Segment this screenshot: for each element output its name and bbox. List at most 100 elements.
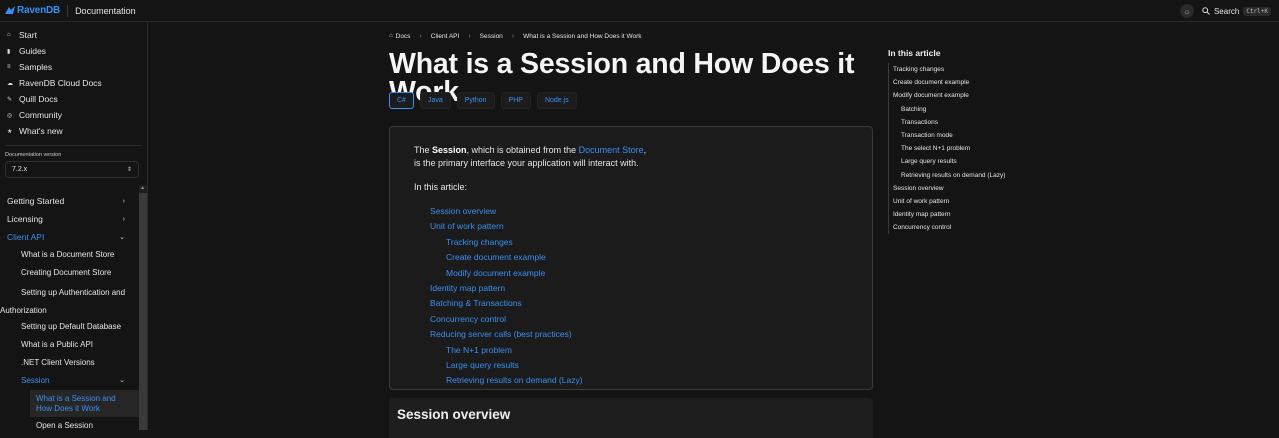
version-label: Documentation version (5, 152, 62, 158)
article-toc-link[interactable]: Unit of work pattern (893, 195, 1068, 208)
intro-session-word: Session (432, 145, 467, 155)
sidebar: ⌂ Start ▮ Guides ≡ Samples ☁ RavenDB Cloud D… (0, 22, 148, 430)
logo-text: RavenDB (17, 5, 61, 16)
ravendb-logo[interactable]: RavenDB (5, 5, 60, 16)
nav-label: Guides (19, 46, 46, 56)
toc-link[interactable]: Modify document example (430, 266, 848, 281)
globe-icon: ◎ (7, 112, 13, 119)
tree-label: Licensing (7, 214, 43, 224)
tree-item-document-store[interactable]: What is a Document Store (0, 246, 139, 264)
tree-item-public-api[interactable]: What is a Public API (0, 336, 139, 354)
scrollbar-thumb[interactable] (139, 193, 147, 430)
toc-link[interactable]: Retrieving results on demand (Lazy) (430, 373, 848, 388)
toc-link[interactable]: Identity map pattern (430, 281, 848, 296)
chevron-up-down-icon: ⇕ (126, 167, 132, 173)
tree-item-getting-started[interactable]: Getting Started › (0, 192, 139, 210)
nav-label: Quill Docs (19, 94, 58, 104)
topbar-divider (67, 4, 69, 17)
nav-item-quill-docs[interactable]: ✎ Quill Docs (0, 91, 147, 107)
article-toc-link[interactable]: Create document example (893, 76, 1068, 89)
toc-link[interactable]: Create document example (430, 250, 848, 265)
home-icon: ⌂ (389, 33, 393, 39)
version-select[interactable]: 7.2.x ⇕ (5, 161, 139, 178)
toc-link[interactable]: Tracking changes (430, 235, 848, 250)
tree-item-licensing[interactable]: Licensing › (0, 210, 139, 228)
article-toc-link[interactable]: Concurrency control (893, 221, 1068, 234)
scroll-up-icon[interactable]: ▲ (140, 185, 145, 191)
breadcrumb-client-api[interactable]: Client API (431, 33, 460, 40)
nav-item-whats-new[interactable]: ★ What's new (0, 123, 147, 139)
tree-item-default-database[interactable]: Setting up Default Database (0, 318, 139, 336)
tree-item-creating-document-store[interactable]: Creating Document Store (0, 264, 139, 282)
tree-item-open-session[interactable]: Open a Session (30, 417, 139, 430)
article-toc-link[interactable]: Transactions (893, 116, 1068, 129)
article-toc-list: Tracking changes Create document example… (888, 63, 1068, 235)
star-icon: ★ (7, 128, 13, 135)
home-icon: ⌂ (7, 32, 11, 38)
search-button[interactable]: Search Ctrl+K (1202, 6, 1271, 16)
tab-nodejs[interactable]: Node.js (536, 92, 577, 109)
tree-item-client-versions[interactable]: .NET Client Versions (0, 354, 139, 372)
tab-csharp[interactable]: C# (389, 92, 414, 109)
nav-label: What's new (19, 126, 63, 136)
tab-python[interactable]: Python (456, 92, 495, 109)
article-toc-link[interactable]: Tracking changes (893, 63, 1068, 76)
tree-item-authentication[interactable]: Setting up Authentication and Authorizat… (0, 284, 125, 319)
intro-text: The Session, which is obtained from the … (414, 144, 848, 170)
theme-toggle-icon[interactable]: ☼ (1179, 4, 1194, 18)
article-toc-link[interactable]: Batching (893, 103, 1068, 116)
nav-item-samples[interactable]: ≡ Samples (0, 59, 147, 75)
nav-label: Samples (19, 62, 53, 72)
intro-text-part: is the primary interface your applicatio… (414, 158, 639, 168)
article-toc-link[interactable]: Transaction mode (893, 129, 1068, 142)
site-title[interactable]: Documentation (75, 6, 136, 16)
chevron-down-icon: ⌄ (119, 234, 125, 241)
article-toc-link[interactable]: Modify document example (893, 89, 1068, 102)
article-toc-link[interactable]: The select N+1 problem (893, 142, 1068, 155)
chevron-right-icon: › (122, 197, 125, 205)
search-label: Search (1213, 6, 1240, 16)
nav-item-cloud-docs[interactable]: ☁ RavenDB Cloud Docs (0, 75, 147, 91)
document-store-link[interactable]: Document Store (579, 145, 644, 155)
chevron-down-icon: ⌄ (119, 377, 125, 385)
docs-tree: Getting Started › Licensing › Client API ⌄ … (0, 192, 139, 430)
tree-label: Getting Started (7, 196, 65, 206)
section-heading: Session overview (397, 407, 511, 422)
tab-php[interactable]: PHP (500, 92, 531, 109)
intro-text-part: , which is obtained from the (466, 145, 579, 155)
article-toc-link[interactable]: Identity map pattern (893, 208, 1068, 221)
tree-item-what-is-session[interactable]: What is a Session and How Does it Work (30, 390, 139, 417)
language-tabs: C# Java Python PHP Node.js (389, 92, 873, 109)
tree-label: Session (21, 376, 50, 386)
toc-link[interactable]: Reducing server calls (best practices) (430, 327, 848, 342)
sidebar-scrollbar[interactable]: ▲ (139, 185, 147, 430)
toc-link[interactable]: Large query results (430, 358, 848, 373)
breadcrumb-current: What is a Session and How Does it Work (523, 32, 642, 40)
toc-link[interactable]: The N+1 problem (430, 343, 848, 358)
article-toc-link[interactable]: Large query results (893, 155, 1068, 168)
nav-label: Community (19, 110, 62, 120)
tree-item-client-api[interactable]: Client API ⌄ (0, 228, 139, 246)
article-toc-heading: In this article (888, 48, 941, 58)
top-bar: RavenDB Documentation ☼ Search Ctrl+K (0, 0, 1279, 22)
intro-toc: Session overview Unit of work pattern Tr… (430, 204, 848, 389)
tree-label: Client API (7, 232, 45, 242)
article-toc-link[interactable]: Retrieving results on demand (Lazy) (893, 169, 1068, 182)
breadcrumb-session[interactable]: Session (480, 33, 503, 40)
search-shortcut: Ctrl+K (1243, 6, 1271, 16)
article-toc-link[interactable]: Session overview (893, 182, 1068, 195)
breadcrumb-docs[interactable]: ⌂ Docs (389, 33, 410, 40)
nav-item-guides[interactable]: ▮ Guides (0, 43, 147, 59)
toc-link[interactable]: Concurrency control (430, 312, 848, 327)
breadcrumb: ⌂ Docs › Client API › Session › What is a… (389, 22, 873, 50)
toc-link[interactable]: Batching & Transactions (430, 296, 848, 311)
toc-link[interactable]: Session overview (430, 204, 848, 219)
chevron-right-icon: › (468, 32, 471, 40)
toc-link[interactable]: Unit of work pattern (430, 219, 848, 234)
book-icon: ▮ (7, 48, 11, 55)
tree-item-session[interactable]: Session ⌄ (0, 372, 139, 390)
tab-java[interactable]: Java (419, 92, 451, 109)
nav-item-community[interactable]: ◎ Community (0, 107, 147, 123)
intro-text-part: , (643, 145, 647, 155)
nav-item-start[interactable]: ⌂ Start (0, 27, 147, 43)
